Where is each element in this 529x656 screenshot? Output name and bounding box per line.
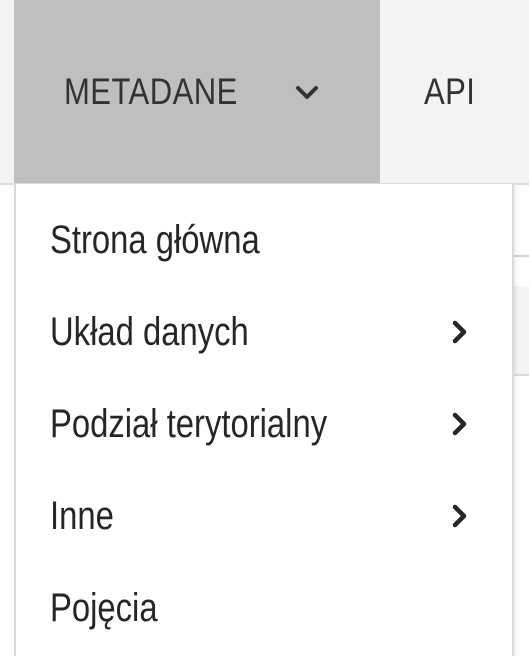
menu-item-strona-glowna[interactable]: Strona główna <box>16 194 512 286</box>
menu-item-label: Układ danych <box>50 309 249 354</box>
nav-item-metadane-label: METADANE <box>64 70 238 112</box>
background-divider <box>514 255 529 257</box>
menu-item-label: Inne <box>50 493 114 538</box>
nav-item-metadane[interactable]: METADANE <box>14 0 380 183</box>
menu-item-pojecia[interactable]: Pojęcia <box>16 562 512 654</box>
menu-item-uklad-danych[interactable]: Układ danych <box>16 286 512 378</box>
menu-item-inne[interactable]: Inne <box>16 470 512 562</box>
menu-item-label: Pojęcia <box>50 585 158 630</box>
menu-item-podzial-terytorialny[interactable]: Podział terytorialny <box>16 378 512 470</box>
nav-item-api[interactable]: API <box>424 0 529 183</box>
chevron-right-icon <box>452 320 467 344</box>
chevron-right-icon <box>452 504 467 528</box>
chevron-down-icon <box>296 86 318 99</box>
chevron-right-icon <box>452 412 467 436</box>
nav-item-api-label: API <box>424 70 476 112</box>
menu-item-label: Podział terytorialny <box>50 401 328 446</box>
menu-item-label: Strona główna <box>50 217 260 262</box>
metadane-dropdown-menu: Strona główna Układ danych Podział teryt… <box>14 184 514 656</box>
top-navigation-bar: METADANE API <box>0 0 529 185</box>
background-panel <box>514 286 529 376</box>
